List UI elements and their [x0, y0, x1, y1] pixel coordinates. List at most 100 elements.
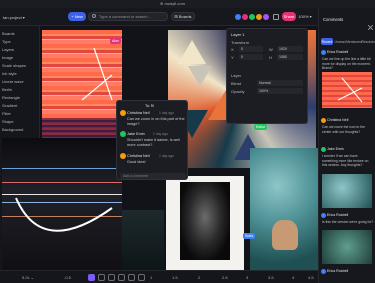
comment-thumbnail[interactable]	[322, 72, 372, 108]
underwater-image[interactable]	[250, 148, 318, 274]
layer-item[interactable]: Gradient	[0, 102, 40, 110]
drawn-lines	[81, 47, 113, 101]
comment-input[interactable]: Add a comment	[120, 173, 186, 179]
avatar	[120, 110, 126, 116]
layer-item[interactable]: Ink style	[0, 70, 40, 78]
comments-panel: Comments Recent Unread Mentioned Resolve…	[318, 8, 375, 283]
comment-author: Christina Nell	[127, 111, 150, 115]
tick-label: 4.5	[308, 275, 314, 280]
portrait-bw-image[interactable]	[166, 176, 244, 274]
x-field[interactable]: 0	[239, 46, 263, 52]
zoom-dropdown[interactable]: 100% ▾	[298, 12, 312, 21]
tick-label: 3.5	[268, 275, 274, 280]
comment-thumbnail[interactable]	[322, 174, 372, 208]
close-icon[interactable]	[367, 17, 374, 31]
url-text[interactable]: ⊕ modyfi.com	[160, 1, 185, 6]
tick-label: 4	[292, 275, 295, 280]
layer-item[interactable]: Type	[0, 38, 40, 46]
swimmer-figure	[272, 220, 298, 250]
avatar	[321, 213, 326, 218]
avatar	[321, 269, 326, 274]
browser-url-bar: ⊕ modyfi.com	[0, 0, 375, 8]
avatar[interactable]	[262, 13, 270, 21]
field-label: W	[269, 47, 273, 52]
timeline-bar: 5.2x ⌄ -0.5 1 1.5 2 2.5 3 3.5 4 4.5	[0, 270, 318, 283]
field-label: X	[231, 47, 234, 52]
comment-time: 1 day ago	[159, 154, 174, 158]
field-label: H	[269, 55, 272, 60]
share-button[interactable]: Share	[282, 12, 296, 21]
comment-thread: To: ⅠII Christina Nell 1 day ago Can we …	[116, 100, 188, 180]
project-menu[interactable]: tan project ▾	[3, 15, 25, 20]
comment-time: 1 day ago	[153, 132, 168, 136]
comment-author: Erica Rosbell	[327, 213, 349, 217]
avatar	[321, 50, 326, 55]
tick-label: 2	[198, 275, 201, 280]
tab-resolved[interactable]: Resolved	[361, 38, 375, 45]
tab-mentioned[interactable]: Mentioned	[346, 38, 362, 45]
avatar	[120, 153, 126, 159]
comment-tool-icon[interactable]	[138, 274, 145, 281]
comment-text: Shouldn't make it darker, is well more c…	[127, 138, 181, 147]
comment-author: Erica Rosbell	[327, 269, 349, 273]
field-label: Opacity	[231, 89, 245, 94]
avatar	[321, 147, 326, 152]
layer-item[interactable]: Scale shapes	[0, 62, 40, 70]
street-photo-image[interactable]	[2, 138, 122, 270]
cursor-tag-green: Editor	[254, 124, 268, 130]
cursor-tag-blue: Sofia	[243, 233, 256, 239]
comment-author: Christina Nell	[127, 154, 150, 158]
avatar	[120, 131, 126, 137]
comment-text: Can we zoom in on this part of the image…	[127, 117, 185, 126]
layer-item[interactable]: Image	[0, 54, 40, 62]
layer-item[interactable]: Boards	[0, 30, 40, 38]
comment-text: Can we move the icon to the center with …	[322, 125, 365, 134]
timeline-zoom[interactable]: 5.2x ⌄	[22, 275, 34, 280]
tick-label: 1.5	[172, 275, 178, 280]
comment-author: Jake Emin	[127, 132, 145, 136]
gradient-stripes-image[interactable]	[42, 30, 122, 150]
command-search-input[interactable]: Type a command or search...	[88, 12, 168, 21]
play-icon[interactable]	[273, 14, 279, 20]
comments-title: Comments	[323, 17, 344, 22]
layer-item[interactable]: Shape	[0, 118, 40, 126]
tick-label: 1	[150, 275, 153, 280]
section-heading: Transform	[231, 40, 250, 45]
comment-text: I wonder if we can have something more l…	[322, 154, 369, 168]
section-heading: Layer	[231, 73, 242, 78]
comment-time: 1 day ago	[159, 111, 174, 115]
text-tool-icon[interactable]	[128, 274, 135, 281]
dark-image[interactable]	[122, 210, 164, 270]
pen-tool-icon[interactable]	[108, 274, 115, 281]
comment-author: Christina Nell	[327, 118, 349, 122]
thread-title: To: ⅠII	[145, 104, 155, 108]
new-button[interactable]: + New	[68, 12, 86, 21]
opacity-field[interactable]: 100%	[257, 88, 303, 94]
layer-item[interactable]: Filter	[0, 110, 40, 118]
shape-tool-icon[interactable]	[118, 274, 125, 281]
tick-label: 3	[246, 275, 249, 280]
layer-item[interactable]: Berlin	[0, 86, 40, 94]
boards-button[interactable]: ⊞ Boards	[171, 12, 195, 21]
avatar	[321, 118, 326, 123]
comment-text: Can we line up the line a little bit mor…	[322, 57, 371, 71]
comment-thumbnail[interactable]	[322, 230, 372, 264]
width-field[interactable]: 1920	[277, 46, 303, 52]
select-tool-icon[interactable]	[88, 274, 95, 281]
layer-properties-panel: Layer 1 Transform X 0 Y 0 W 1920 H 1080 …	[226, 28, 308, 124]
hand-tool-icon[interactable]	[98, 274, 105, 281]
layer-item[interactable]: Background	[0, 126, 40, 134]
height-field[interactable]: 1080	[277, 54, 303, 60]
layer-item[interactable]: Linear wave	[0, 78, 40, 86]
field-label: Blend	[231, 81, 242, 86]
search-icon	[92, 14, 96, 18]
comment-author: Erica Rosbell	[327, 50, 349, 54]
layer-item[interactable]: Rectangle	[0, 94, 40, 102]
layer-item[interactable]: Layers	[0, 46, 40, 54]
shape	[178, 40, 206, 64]
y-field[interactable]: 0	[239, 54, 263, 60]
tab-recent[interactable]: Recent	[321, 38, 333, 45]
tab-unread[interactable]: Unread	[334, 38, 346, 45]
blend-select[interactable]: Normal	[257, 80, 303, 86]
panel-title: Layer 1	[231, 32, 245, 37]
